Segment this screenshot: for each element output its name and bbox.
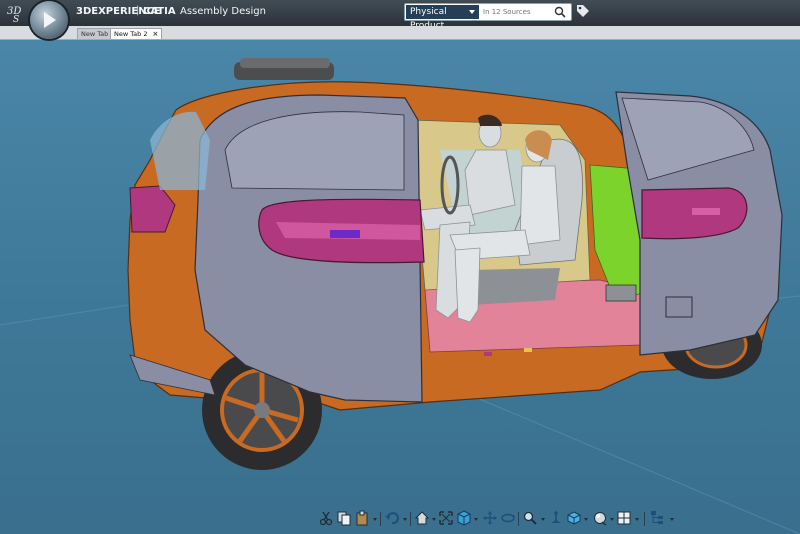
play-icon [44,12,56,28]
rotate-icon[interactable] [500,510,516,526]
tag-icon[interactable] [576,4,590,18]
compass-button[interactable] [30,1,68,39]
chevron-down-icon[interactable] [635,518,639,521]
render-style-icon[interactable] [592,510,608,526]
action-toolbar [314,508,686,530]
layout-icon[interactable] [616,510,632,526]
toolbar-separator [410,512,411,526]
zoom-icon[interactable] [522,510,538,526]
toolbar-separator [518,512,519,526]
paste-icon[interactable] [354,510,370,526]
chevron-down-icon[interactable] [584,518,588,521]
chevron-down-icon[interactable] [670,518,674,521]
app-product: CATIA [143,6,176,17]
chevron-down-icon[interactable] [432,518,436,521]
pan-icon[interactable] [482,510,498,526]
search-scope-dropdown[interactable]: Physical Product [406,5,479,31]
sill-marker [524,348,532,352]
undo-icon[interactable] [384,510,400,526]
car-model[interactable] [0,40,800,534]
fit-all-icon[interactable] [438,510,454,526]
toolbar-separator [380,512,381,526]
tree-icon[interactable] [650,510,666,526]
chevron-down-icon[interactable] [610,518,614,521]
iso-view-icon[interactable] [566,510,582,526]
chevron-down-icon[interactable] [541,518,545,521]
front-door-handle [692,208,720,215]
cut-icon[interactable] [318,510,334,526]
cube-view-icon[interactable] [456,510,472,526]
top-bar: 3D S 3DEXPERIENCE | CATIA Assembly Desig… [0,0,800,31]
svg-text:S: S [13,15,19,23]
seat-base [470,268,560,305]
app-module-name: Assembly Design [180,6,266,17]
tab-label: New Tab 2 [114,30,148,38]
door-hinge [605,284,637,302]
copy-icon[interactable] [336,510,352,526]
close-icon[interactable]: × [153,29,159,39]
chevron-down-icon[interactable] [403,518,407,521]
normal-view-icon[interactable] [548,510,564,526]
chevron-down-icon[interactable] [474,518,478,521]
home-icon[interactable] [414,510,430,526]
3d-viewport[interactable] [0,40,800,534]
search-input[interactable] [483,5,549,19]
chevron-down-icon[interactable] [373,518,377,521]
ds-logo-icon: 3D S [7,6,21,23]
app-separator: | [136,5,140,16]
rear-window [150,111,210,190]
door-handle [330,230,360,238]
tab-bar: New Tab 1 New Tab 2 × [0,26,800,40]
search-bar: Physical Product [404,3,572,31]
toolbar-separator [644,512,645,526]
roof-hatch [234,58,334,80]
chevron-down-icon [469,10,475,14]
search-icon[interactable] [553,5,567,19]
tab-new-tab-2[interactable]: New Tab 2 × [110,28,163,39]
sill-marker [484,352,492,356]
